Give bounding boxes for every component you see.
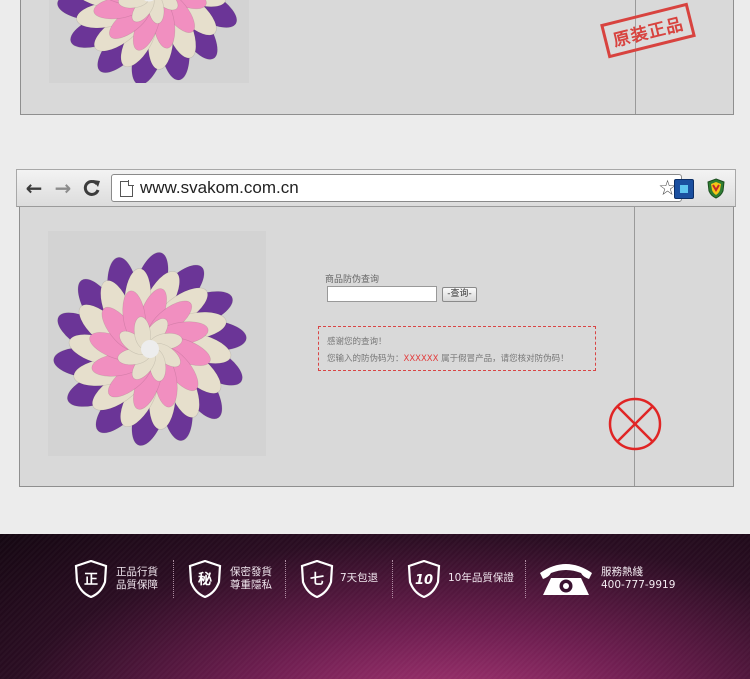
url-text[interactable]: www.svakom.com.cn <box>140 178 299 198</box>
feature-line: 7天包退 <box>340 572 379 584</box>
result-code: XXXXXX <box>403 354 439 364</box>
query-button[interactable]: -查询- <box>442 287 477 302</box>
hotline-number: 400-777-9919 <box>601 579 676 591</box>
anti-fake-code-input[interactable] <box>327 286 437 302</box>
product-image <box>49 0 249 86</box>
separator <box>392 560 393 598</box>
telephone-icon <box>540 564 592 595</box>
browser-content: 商品防伪查询 -查询- 感谢您的查询！ 您输入的防伪码为：XXXXXX 属于假冒… <box>19 207 734 487</box>
authentic-stamp: 原装正品 <box>600 2 696 59</box>
product-image <box>48 231 266 456</box>
svg-text:秘: 秘 <box>198 571 212 588</box>
return-shield-icon: 七 <box>300 560 334 598</box>
extension-icon[interactable] <box>674 179 694 199</box>
separator <box>173 560 174 598</box>
svg-text:10: 10 <box>415 573 433 588</box>
feature-line: 10年品質保證 <box>448 572 514 584</box>
feature-line: 品質保障 <box>116 579 158 591</box>
hotline-label: 服務熱綫 <box>601 566 643 578</box>
query-result-box: 感谢您的查询！ 您输入的防伪码为：XXXXXX 属于假冒产品，请您核对防伪码！ <box>318 326 596 371</box>
top-preview-panel: 原装正品 <box>20 0 734 115</box>
reload-icon[interactable] <box>81 177 103 199</box>
separator <box>285 560 286 598</box>
feature-line: 正品行貨 <box>116 566 158 578</box>
cross-fail-icon <box>608 397 662 451</box>
forward-arrow-icon[interactable]: → <box>52 177 74 199</box>
result-thanks: 感谢您的查询！ <box>327 337 387 347</box>
shield-extension-icon[interactable] <box>707 178 725 199</box>
genuine-shield-icon: 正 <box>74 560 108 598</box>
warranty-shield-icon: 10 <box>407 560 441 598</box>
separator <box>525 560 526 598</box>
privacy-shield-icon: 秘 <box>188 560 222 598</box>
page-icon <box>120 180 134 197</box>
flower-center <box>141 340 159 358</box>
flower-logo <box>53 252 247 446</box>
browser-toolbar: ← → www.svakom.com.cn ☆ <box>16 169 736 207</box>
service-footer: 正 正品行貨 品質保障 秘 保密發貨 尊重隱私 七 7天包退 10 10年品質保… <box>0 534 750 679</box>
query-label: 商品防伪查询 <box>325 275 380 285</box>
back-arrow-icon[interactable]: ← <box>23 177 45 199</box>
feature-line: 保密發貨 <box>230 566 272 578</box>
result-message: 您输入的防伪码为：XXXXXX 属于假冒产品，请您核对防伪码！ <box>327 354 569 364</box>
flower-logo-top <box>57 0 237 86</box>
feature-line: 尊重隱私 <box>230 579 272 591</box>
svg-text:七: 七 <box>310 572 324 588</box>
svg-text:正: 正 <box>84 572 98 588</box>
address-bar[interactable]: www.svakom.com.cn ☆ <box>111 174 682 202</box>
